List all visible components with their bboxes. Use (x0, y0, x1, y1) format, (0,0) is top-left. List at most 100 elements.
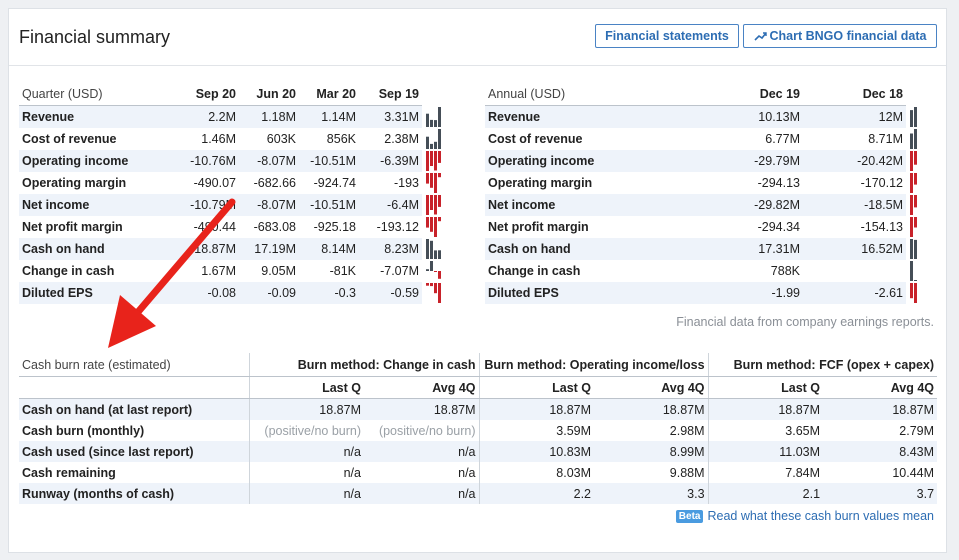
row-label: Cash used (since last report) (19, 441, 249, 462)
value-cell: n/a (248, 462, 364, 483)
burn-label: Cash burn rate (estimated) (19, 353, 249, 377)
spark-bar (910, 151, 913, 171)
quarterly-row: Net income -10.79M -8.07M -10.51M -6.4M (19, 194, 483, 216)
row-label: Cash burn (monthly) (22, 423, 145, 438)
value-cell: 7.84M (707, 462, 824, 483)
spark-bar (430, 283, 433, 287)
sparkline (906, 282, 937, 304)
sparkline (422, 105, 483, 128)
annual-row: Cost of revenue 6.77M 8.71M (485, 128, 937, 150)
value-cell: 17.31M (683, 238, 803, 260)
spark-bar (430, 151, 433, 166)
value-cell: 2.98M (669, 423, 705, 438)
row-label: Diluted EPS (19, 282, 179, 304)
value-cell: -0.08 (179, 282, 239, 304)
chart-financial-data-button[interactable]: Chart BNGO financial data (743, 24, 937, 48)
annual-row: Operating income -29.79M -20.42M (485, 150, 937, 172)
annual-row: Net profit margin -294.34 -154.13 (485, 216, 937, 238)
spark-bar (914, 195, 917, 208)
value-cell: 603K (266, 132, 296, 146)
burn-method-header: Burn method: FCF (opex + capex) (707, 353, 938, 377)
sparkline (422, 282, 483, 304)
cash-burn-help-link[interactable]: Read what these cash burn values mean (707, 509, 934, 523)
row-label: Operating margin (488, 176, 593, 190)
period-header: Jun 20 (239, 83, 299, 106)
quarterly-label: Quarter (USD) (19, 83, 179, 106)
sparkline (906, 128, 937, 150)
row-label: Net income (19, 194, 179, 216)
value-cell: 18.87M (248, 398, 364, 420)
quarterly-row: Operating income -10.76M -8.07M -10.51M -6.3… (19, 150, 483, 172)
spark-bar (434, 151, 437, 171)
spark-bar (430, 173, 433, 188)
value-cell: 18.87M (594, 398, 709, 420)
burn-method-row: Cash burn rate (estimated) Burn method: … (19, 353, 938, 377)
spark-bar (426, 239, 429, 259)
value-cell: -682.66 (253, 176, 296, 190)
spark-bar (438, 195, 441, 207)
spark-bar (426, 151, 429, 171)
quarterly-table: Quarter (USD) Sep 20 Jun 20 Mar 20 Sep 1… (19, 83, 483, 304)
financial-statements-button[interactable]: Financial statements (595, 24, 739, 48)
row-label: Cash remaining (22, 465, 116, 480)
value-cell: -6.4M (359, 194, 422, 216)
annual-table: Annual (USD) Dec 19 Dec 18 Revenue 10.13M… (485, 83, 937, 304)
spark-bar (434, 250, 437, 259)
value-cell: 2.79M (899, 423, 935, 438)
value-cell: 8.71M (868, 132, 903, 146)
quarterly-row: Revenue 2.2M 1.18M 1.14M 3.31M (19, 105, 483, 128)
row-label: Net profit margin (22, 220, 123, 234)
value-cell: -7.07M (380, 264, 419, 278)
value-cell: n/a (248, 441, 364, 462)
value-cell: -0.09 (239, 282, 299, 304)
spark-bar (914, 280, 917, 281)
value-cell: 3.31M (359, 105, 422, 128)
value-cell: -924.74 (313, 176, 356, 190)
burn-subheader-blank (19, 376, 249, 399)
value-cell: 3.7 (823, 483, 938, 504)
period-header: Dec 18 (803, 83, 906, 106)
value-cell: 2.2 (478, 483, 595, 504)
spark-bar (426, 136, 429, 149)
sparkline (906, 216, 937, 238)
value-cell: -81K (329, 264, 356, 278)
sparkline (422, 128, 483, 150)
value-cell: 11.03M (707, 441, 824, 462)
sparkline (422, 216, 483, 238)
value-cell: 8.03M (478, 462, 595, 483)
value-cell: 1.18M (239, 105, 299, 128)
value-cell: -193 (393, 176, 419, 190)
spark-bar (434, 119, 437, 127)
spark-bar (434, 217, 437, 237)
value-cell: -170.12 (860, 176, 903, 190)
value-cell: 18.87M (823, 398, 938, 420)
beta-badge: Beta (675, 510, 704, 523)
spark-bar (434, 271, 437, 272)
quarterly-row: Cost of revenue 1.46M 603K 856K 2.38M (19, 128, 483, 150)
burn-subheader: Last Q (707, 376, 824, 399)
row-label: Cost of revenue (22, 132, 117, 146)
value-cell (803, 260, 906, 282)
value-cell: -490.07 (193, 176, 236, 190)
sparkline (422, 172, 483, 194)
value-cell: n/a (364, 441, 480, 462)
value-cell: -20.42M (803, 150, 906, 172)
spark-header (906, 83, 937, 106)
burn-subheader: Avg 4Q (364, 376, 480, 399)
period-header: Sep 19 (359, 83, 422, 106)
period-header: Mar 20 (299, 83, 359, 106)
annual-label: Annual (USD) (485, 83, 683, 106)
spark-bar (914, 106, 917, 127)
sparkline (906, 150, 937, 172)
burn-subheader-row: Last Q Avg 4Q Last Q Avg 4Q Last Q Avg 4… (19, 376, 938, 399)
spark-bar (434, 141, 437, 149)
value-cell: -294.34 (757, 220, 800, 234)
value-cell: -18.5M (803, 194, 906, 216)
value-cell: -294.13 (757, 176, 800, 190)
row-label: Diluted EPS (485, 282, 683, 304)
value-cell: -29.79M (683, 150, 803, 172)
row-label: Operating income (485, 150, 683, 172)
value-cell: 17.19M (239, 238, 299, 260)
row-label: Runway (months of cash) (19, 483, 249, 504)
value-cell: 18.87M (179, 238, 239, 260)
